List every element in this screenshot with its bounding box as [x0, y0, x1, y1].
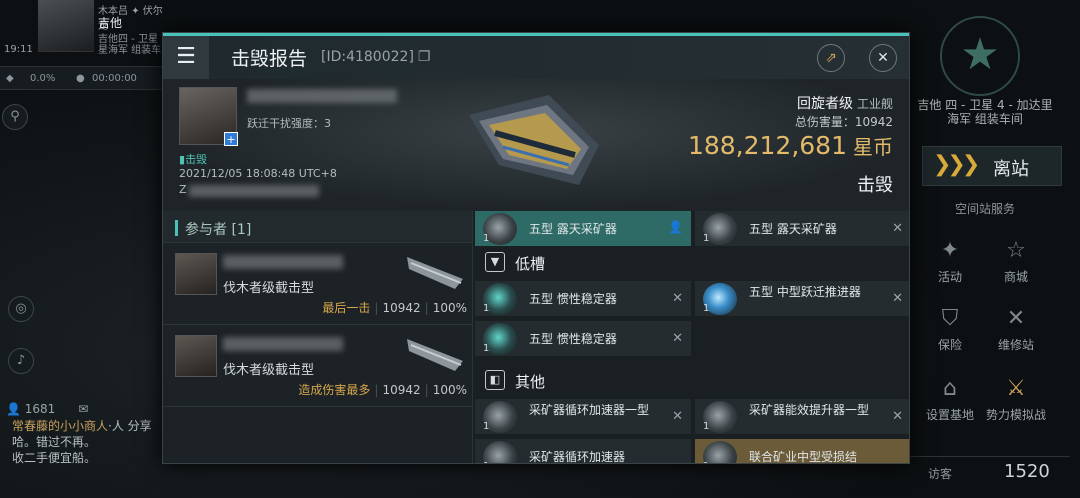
- activity-button[interactable]: ✦ 活动: [920, 238, 980, 285]
- victim-ship-name: 回旋者级 工业舰: [796, 96, 893, 112]
- chat-box[interactable]: 常春藤的小小商人·人 分享 哈。错过不再。 收二手便宜船。: [12, 418, 162, 466]
- attacker-row[interactable]: 伐木者级截击型 最后一击 | 10942 | 100%: [163, 245, 473, 325]
- undock-button[interactable]: ❯❯❯ 离站: [922, 146, 1062, 186]
- kill-location: Z: [179, 183, 187, 196]
- warp-disrupt-strength: 跃迁干扰强度：3: [247, 117, 331, 130]
- attacker-ship: 伐木者级截击型: [223, 363, 315, 378]
- attacker-stat: 造成伤害最多 | 10942 | 100%: [298, 383, 467, 397]
- right-hud: ★ 吉他 四 - 卫星 4 - 加达里 海军 组装车间 ❯❯❯ 离站 空间站服务 ✦…: [910, 0, 1080, 498]
- attacker-portrait[interactable]: [175, 335, 217, 377]
- set-base-button[interactable]: ⌂ 设置基地: [920, 376, 980, 423]
- attacker-ship-image: [407, 339, 463, 371]
- isk-value: 188,212,681 星币: [687, 131, 893, 160]
- share-icon[interactable]: ⇗: [817, 44, 845, 72]
- attacker-ship: 伐木者级截击型: [223, 281, 315, 296]
- repair-button[interactable]: ✕ 维修站: [986, 306, 1046, 353]
- pilot-location: 吉他四 - 卫星 星海军 组装车: [98, 34, 162, 56]
- stat-percent: 0.0%: [30, 73, 56, 84]
- copy-icon: ❐: [417, 49, 431, 65]
- station-services-label: 空间站服务: [954, 202, 1015, 216]
- redacted-attacker-name: [223, 337, 343, 351]
- map-pin-icon[interactable]: ⚲: [2, 104, 28, 130]
- target-icon[interactable]: ◎: [8, 296, 34, 322]
- plus-icon: +: [224, 132, 238, 146]
- module-item[interactable]: 1 五型 惯性稳定器 ✕: [475, 321, 691, 357]
- chat-author[interactable]: 常春藤的小小商人: [12, 419, 108, 433]
- module-item[interactable]: 1 五型 露天采矿器 ✕: [695, 211, 909, 247]
- module-item[interactable]: 1 采矿器循环加速器一型 ✕: [475, 399, 691, 435]
- kill-time: 2021/12/05 18:08:48 UTC+8: [179, 167, 337, 180]
- wrench-icon: ✕: [1006, 306, 1026, 331]
- destroyed-x-icon: ✕: [892, 221, 903, 236]
- report-id[interactable]: [ID:4180022] ❐: [321, 49, 430, 65]
- destroyed-x-icon: ✕: [672, 331, 683, 346]
- destroyed-x-icon: ✕: [672, 291, 683, 306]
- stat-timer: 00:00:00: [92, 73, 137, 84]
- dialog-title: 击毁报告: [231, 48, 308, 70]
- redacted-attacker-name: [223, 255, 343, 269]
- mic-icon[interactable]: ♪: [8, 348, 34, 374]
- redacted-location: [189, 185, 319, 197]
- module-item[interactable]: 1 五型 中型跃迁推进器 ✕: [695, 281, 909, 317]
- attacker-ship-image: [407, 257, 463, 289]
- participants-header: 参与者 [1]: [163, 211, 472, 243]
- home-icon: ⌂: [943, 376, 957, 401]
- star-emblem-icon: ★: [940, 16, 1020, 96]
- station-location: 吉他 四 - 卫星 4 - 加达里 海军 组装车间: [917, 98, 1053, 126]
- pilot-avatar[interactable]: [38, 0, 94, 52]
- other-slot-header: ◧ 其他: [475, 363, 909, 397]
- pilot-icon: 👤: [668, 220, 683, 234]
- star-icon: ☆: [1006, 238, 1026, 263]
- status-bar: ◆ 0.0% ● 00:00:00: [0, 66, 170, 90]
- attacker-row[interactable]: 伐木者级截击型 造成伤害最多 | 10942 | 100%: [163, 327, 473, 407]
- timer-icon: ●: [76, 73, 85, 84]
- online-count: 👤 1681 ✉: [6, 402, 89, 416]
- kill-tag: ▮击毁: [179, 153, 208, 166]
- insurance-button[interactable]: ⛉ 保险: [920, 306, 980, 353]
- low-slot-icon: ▼: [485, 252, 505, 272]
- status-label: 击毁: [857, 175, 893, 196]
- module-item[interactable]: 1 联合矿业中型受损结: [695, 439, 909, 463]
- victim-header: + 跃迁干扰强度：3 ▮击毁 2021/12/05 18:08:48 UTC+8…: [163, 79, 909, 211]
- close-icon[interactable]: ✕: [869, 44, 897, 72]
- crossed-swords-icon: ⚔: [1006, 376, 1026, 401]
- module-item[interactable]: 1 五型 露天采矿器 👤: [475, 211, 691, 247]
- module-item[interactable]: 1 采矿器能效提升器一型 ✕: [695, 399, 909, 435]
- faction-warfare-button[interactable]: ⚔ 势力模拟战: [986, 376, 1046, 423]
- dialog-titlebar: ☰ 击毁报告 [ID:4180022] ❐ ⇗ ✕: [163, 33, 909, 79]
- kill-report-dialog: ☰ 击毁报告 [ID:4180022] ❐ ⇗ ✕ + 跃迁干扰强度：3 ▮击毁 …: [162, 32, 910, 464]
- shield-icon: ⛉: [941, 306, 959, 331]
- victim-portrait[interactable]: +: [179, 87, 238, 146]
- total-damage: 总伤害量：10942: [794, 115, 893, 129]
- module-item[interactable]: 1 五型 惯性稳定器 ✕: [475, 281, 691, 317]
- attacker-portrait[interactable]: [175, 253, 217, 295]
- module-item[interactable]: 1 采矿器循环加速器: [475, 439, 691, 463]
- redacted-name: [247, 89, 397, 103]
- chevron-right-icon: ❯❯❯: [933, 152, 980, 177]
- market-button[interactable]: ☆ 商城: [986, 238, 1046, 285]
- destroyed-x-icon: ✕: [892, 409, 903, 424]
- pilot-name: 吉他: [98, 16, 123, 30]
- fitting-panel: 1 五型 露天采矿器 👤 1 五型 露天采矿器 ✕ ▼ 低槽 1 五型 惯性稳定器 ✕ …: [475, 211, 909, 463]
- clock: 19:11: [4, 44, 33, 55]
- low-slot-header: ▼ 低槽: [475, 245, 909, 279]
- menu-icon[interactable]: ☰: [163, 36, 209, 79]
- attacker-stat: 最后一击 | 10942 | 100%: [322, 301, 467, 315]
- destroyed-x-icon: ✕: [892, 291, 903, 306]
- destroyed-x-icon: ✕: [672, 409, 683, 424]
- cube-icon: ◧: [485, 370, 505, 390]
- party-icon: ✦: [940, 238, 960, 263]
- left-hud: 木本吕 ✦ 伏尔龙 吉他 吉他四 - 卫星 星海军 组装车 19:11 ◆ 0.0…: [0, 0, 170, 498]
- visitor-bar[interactable]: 访客 1520: [910, 456, 1070, 492]
- victim-ship-image: [469, 95, 599, 185]
- cargo-icon: ◆: [6, 73, 14, 84]
- participants-panel: 参与者 [1] 伐木者级截击型 最后一击 | 10942 | 100% 伐木者级截击型 …: [163, 211, 473, 463]
